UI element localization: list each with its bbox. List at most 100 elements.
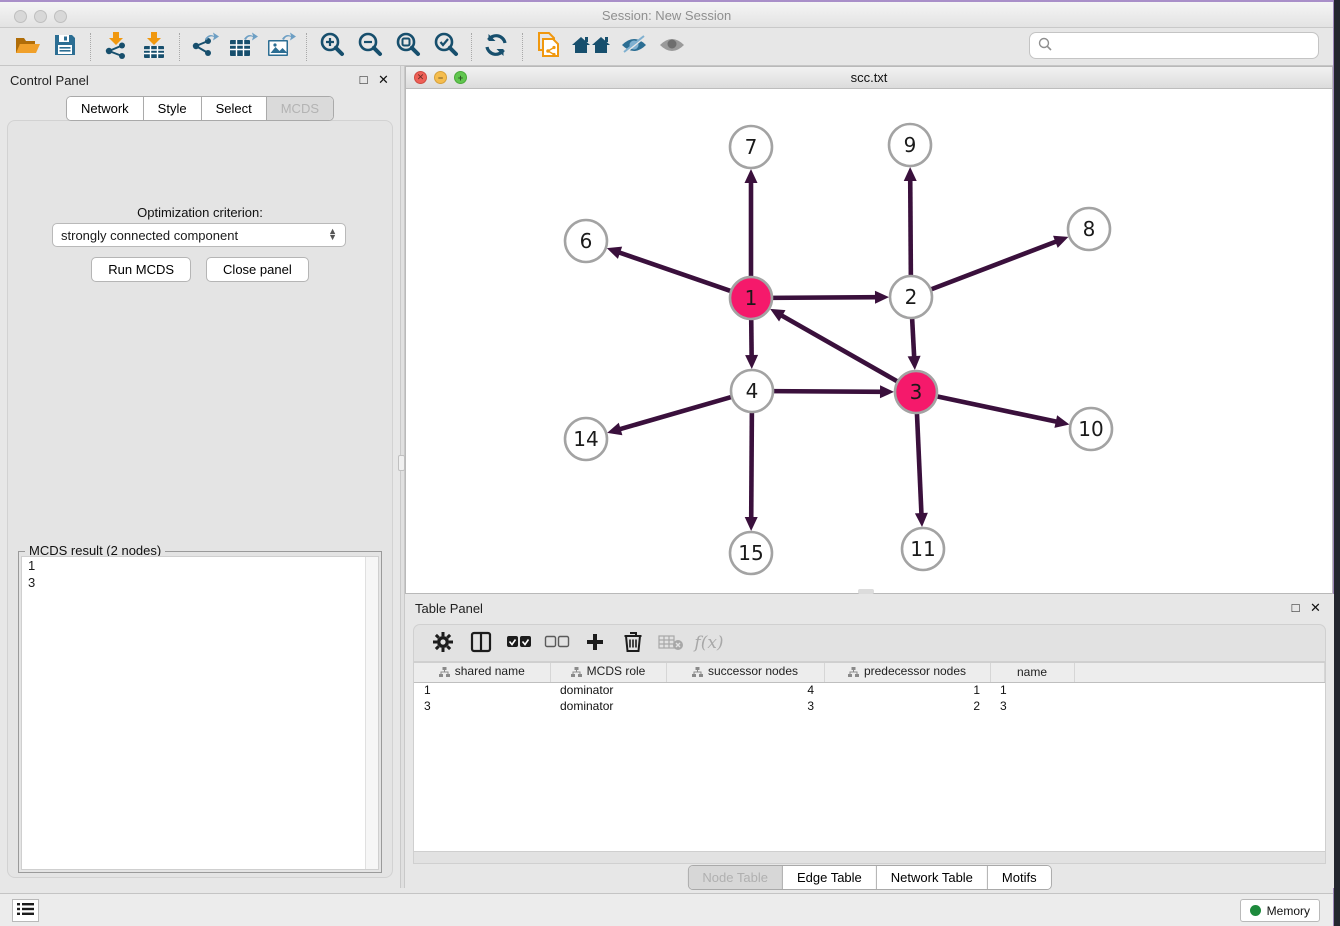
network-window-title: scc.txt <box>406 70 1332 85</box>
tab-motifs[interactable]: Motifs <box>988 866 1051 889</box>
svg-text:11: 11 <box>910 537 935 561</box>
table-row[interactable]: 1dominator411 <box>414 682 1325 698</box>
graph-edge-2-3[interactable] <box>912 316 914 359</box>
clone-network-icon <box>535 31 561 62</box>
delete-column-button[interactable] <box>616 628 650 658</box>
search-box[interactable] <box>1029 32 1319 59</box>
float-panel-icon[interactable]: □ <box>357 73 370 86</box>
graph-node-15[interactable]: 15 <box>730 532 772 574</box>
network-vertical-scrollbar[interactable] <box>398 455 405 471</box>
column-header-shared-name[interactable]: shared name <box>414 663 550 682</box>
graph-node-14[interactable]: 14 <box>565 418 607 460</box>
result-line: 1 <box>22 557 378 574</box>
table-row[interactable]: 3dominator323 <box>414 698 1325 714</box>
graph-node-3[interactable]: 3 <box>895 371 937 413</box>
export-network-button[interactable] <box>188 31 222 63</box>
open-session-button[interactable] <box>10 31 44 63</box>
zoom-selected-button[interactable] <box>429 31 463 63</box>
mcds-result-list[interactable]: 13 <box>21 556 379 870</box>
close-table-panel-icon[interactable]: ✕ <box>1309 601 1322 614</box>
import-table-button[interactable] <box>137 31 171 63</box>
result-scrollbar[interactable] <box>365 557 378 869</box>
close-panel-icon[interactable]: ✕ <box>377 73 390 86</box>
search-input[interactable] <box>1053 33 1318 58</box>
graph-node-2[interactable]: 2 <box>890 276 932 318</box>
tab-network[interactable]: Network <box>67 97 144 120</box>
eye-icon <box>657 33 687 60</box>
split-view-button[interactable] <box>464 628 498 658</box>
graph-edge-3-10[interactable] <box>935 396 1059 422</box>
graph-node-6[interactable]: 6 <box>565 220 607 262</box>
graph-node-9[interactable]: 9 <box>889 124 931 166</box>
run-mcds-button[interactable]: Run MCDS <box>91 257 191 282</box>
graph-edge-4-15[interactable] <box>751 410 752 520</box>
graph-edge-2-8[interactable] <box>929 241 1058 290</box>
node-table[interactable]: shared nameMCDS rolesuccessor nodesprede… <box>413 662 1326 852</box>
select-all-columns-button[interactable] <box>502 628 536 658</box>
tab-edge-table[interactable]: Edge Table <box>783 866 877 889</box>
network-view-window: ✕ − + scc.txt 7 9 6 8 1 2 4 3 14 10 15 11 <box>405 66 1333 594</box>
column-header-name[interactable]: name <box>990 663 1074 682</box>
toolbar-separator <box>522 33 523 61</box>
close-panel-button[interactable]: Close panel <box>206 257 309 282</box>
memory-button[interactable]: Memory <box>1240 899 1320 922</box>
zoom-out-button[interactable] <box>353 31 387 63</box>
graph-edge-1-2[interactable] <box>770 297 878 298</box>
delete-table-icon <box>658 633 684 654</box>
graph-edge-3-1[interactable] <box>780 314 900 382</box>
first-neighbors-button[interactable] <box>569 31 613 63</box>
graph-node-7[interactable]: 7 <box>730 126 772 168</box>
export-image-button[interactable] <box>264 31 298 63</box>
tab-mcds[interactable]: MCDS <box>267 97 333 120</box>
list-icon <box>17 902 34 919</box>
column-settings-button[interactable] <box>426 628 460 658</box>
fx-icon: f(x) <box>694 633 723 653</box>
graph-edge-1-6[interactable] <box>617 252 733 292</box>
delete-table-button[interactable] <box>654 628 688 658</box>
hide-selected-button[interactable] <box>617 31 651 63</box>
graph-node-4[interactable]: 4 <box>731 370 773 412</box>
graph-edge-4-3[interactable] <box>771 391 883 392</box>
tab-network-table[interactable]: Network Table <box>877 866 988 889</box>
column-header-predecessor-nodes[interactable]: predecessor nodes <box>824 663 990 682</box>
refresh-layout-button[interactable] <box>480 31 514 63</box>
clone-network-button[interactable] <box>531 31 565 63</box>
graph-node-1[interactable]: 1 <box>730 277 772 319</box>
tab-style[interactable]: Style <box>144 97 202 120</box>
tab-select[interactable]: Select <box>202 97 267 120</box>
function-builder-button[interactable]: f(x) <box>692 628 726 658</box>
graph-node-10[interactable]: 10 <box>1070 408 1112 450</box>
graph-edge-2-9[interactable] <box>910 178 911 278</box>
graph-edge-3-11[interactable] <box>917 411 922 516</box>
save-session-button[interactable] <box>48 31 82 63</box>
control-panel-tabs: NetworkStyleSelectMCDS <box>66 96 334 121</box>
network-window-titlebar[interactable]: ✕ − + scc.txt <box>406 67 1332 89</box>
show-all-button[interactable] <box>655 31 689 63</box>
svg-text:1: 1 <box>745 286 758 310</box>
criterion-select[interactable]: strongly connected component ▲▼ <box>52 223 346 247</box>
trash-icon <box>623 631 643 656</box>
toolbar-separator <box>306 33 307 61</box>
zoom-in-button[interactable] <box>315 31 349 63</box>
graph-arrowhead-1-2 <box>875 291 889 304</box>
deselect-all-columns-button[interactable] <box>540 628 574 658</box>
svg-text:8: 8 <box>1083 217 1096 241</box>
graph-edge-4-14[interactable] <box>618 396 734 430</box>
column-header-successor-nodes[interactable]: successor nodes <box>666 663 824 682</box>
network-canvas[interactable]: 7 9 6 8 1 2 4 3 14 10 15 11 <box>406 89 1332 593</box>
column-header-MCDS-role[interactable]: MCDS role <box>550 663 666 682</box>
task-history-button[interactable] <box>12 899 39 922</box>
toolbar-separator <box>471 33 472 61</box>
import-network-button[interactable] <box>99 31 133 63</box>
optimization-criterion-label: Optimization criterion: <box>8 205 392 220</box>
save-floppy-icon <box>53 33 77 60</box>
zoom-fit-button[interactable] <box>391 31 425 63</box>
float-table-panel-icon[interactable]: □ <box>1289 601 1302 614</box>
tab-node-table[interactable]: Node Table <box>688 866 783 889</box>
add-column-button[interactable] <box>578 628 612 658</box>
graph-node-8[interactable]: 8 <box>1068 208 1110 250</box>
window-title: Session: New Session <box>0 8 1333 23</box>
export-table-icon <box>228 32 258 61</box>
export-table-button[interactable] <box>226 31 260 63</box>
graph-node-11[interactable]: 11 <box>902 528 944 570</box>
